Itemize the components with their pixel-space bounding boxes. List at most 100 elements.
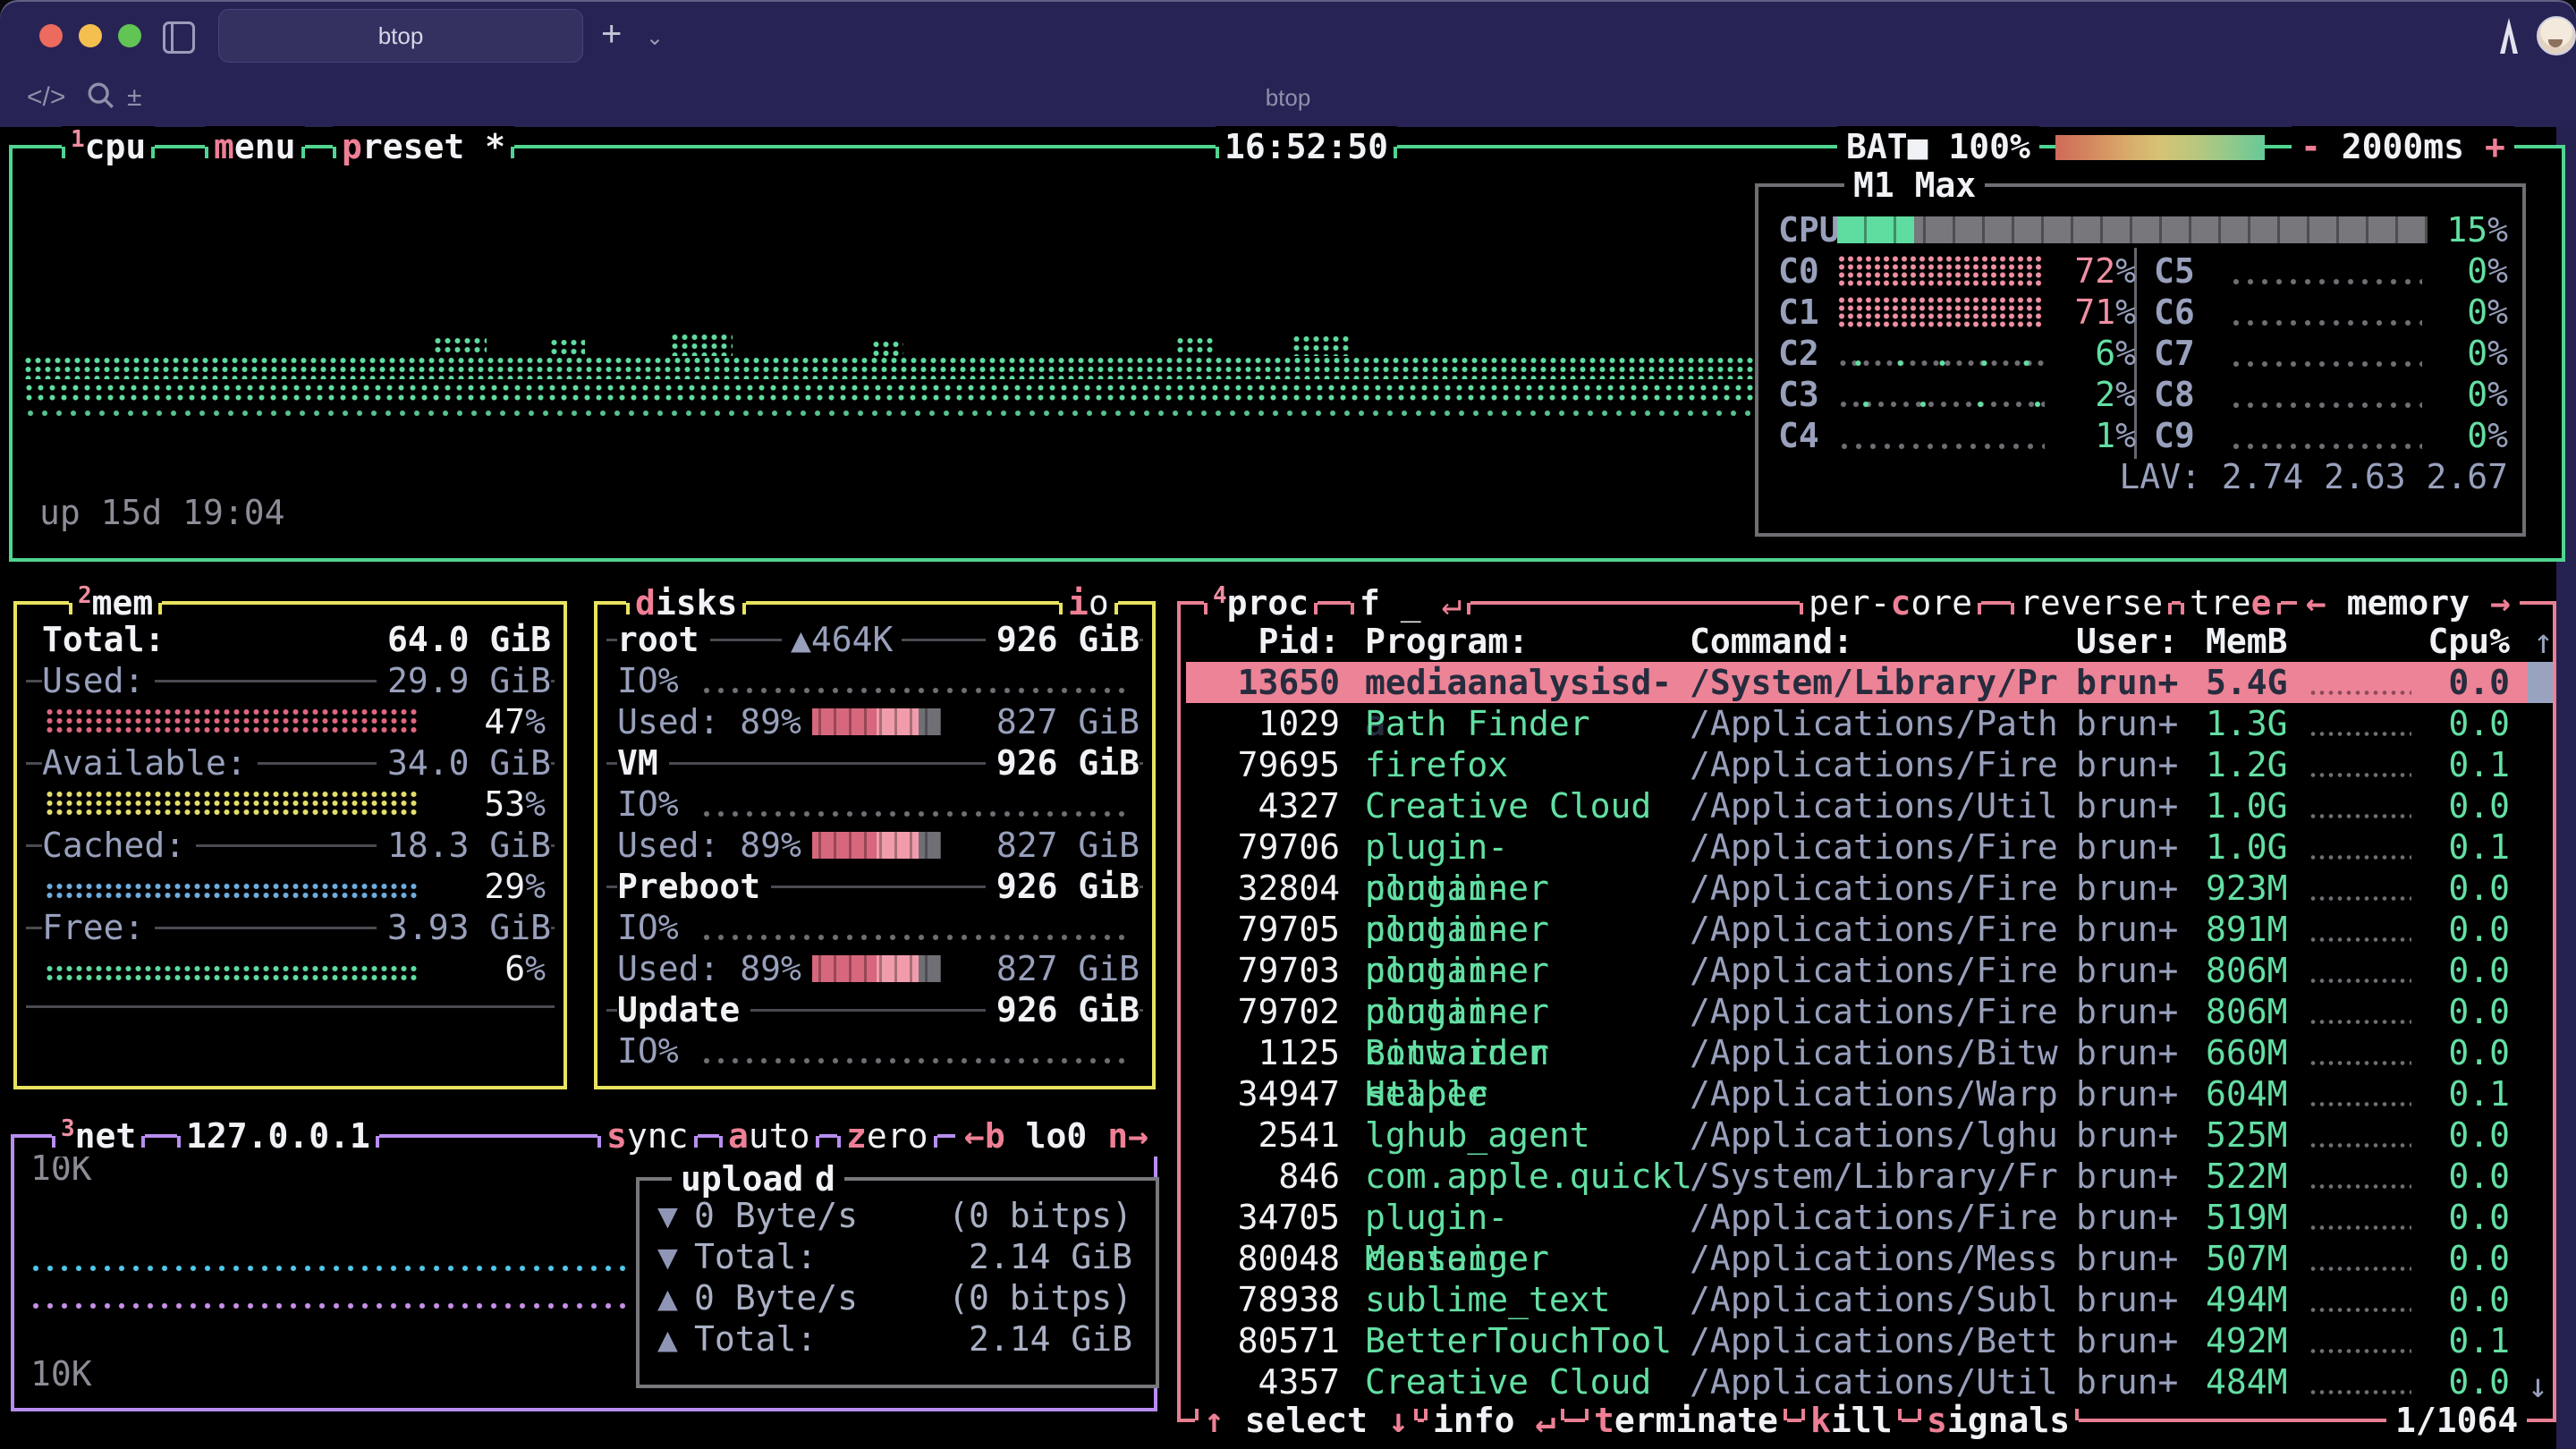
upload-rate-row: ▲ 0 Byte/s (0 bitps) bbox=[645, 1277, 1150, 1318]
process-mem-history bbox=[2309, 853, 2411, 861]
interval-increase-button[interactable]: + bbox=[2485, 127, 2505, 166]
process-command: /Applications/Path bbox=[1690, 703, 2074, 744]
mem-total-row: Total: 64.0 GiB bbox=[22, 619, 558, 660]
process-row[interactable]: 79702 plugin-container /Applications/Fir… bbox=[1186, 991, 2555, 1032]
scroll-up-icon[interactable]: ↑ bbox=[2533, 621, 2554, 662]
kill-button[interactable]: kill bbox=[1801, 1400, 1902, 1441]
disk-io-rate: ▲464K bbox=[782, 619, 902, 660]
process-row[interactable]: 79695 firefox /Applications/Fire brun+ 1… bbox=[1186, 744, 2555, 785]
process-mem: 923M bbox=[2206, 868, 2306, 909]
disks-io-toggle[interactable]: io bbox=[1059, 582, 1118, 623]
sort-selector[interactable]: ← memory → bbox=[2297, 582, 2520, 623]
menu-button[interactable]: menu bbox=[205, 126, 305, 167]
process-row[interactable]: 78938 sublime_text /Applications/Subl br… bbox=[1186, 1279, 2555, 1320]
disk-used-meter bbox=[791, 708, 941, 735]
process-mem: 1.0G bbox=[2206, 826, 2306, 868]
cpu-box-number: 1 bbox=[71, 126, 85, 153]
tree-toggle[interactable]: tree bbox=[2181, 582, 2281, 623]
process-mem: 5.4G bbox=[2206, 662, 2306, 703]
preset-button[interactable]: preset * bbox=[333, 126, 514, 167]
process-row[interactable]: 80571 BetterTouchTool /Applications/Bett… bbox=[1186, 1320, 2555, 1361]
per-core-toggle[interactable]: per-core bbox=[1800, 582, 1981, 623]
mem-cached-row: Cached: 18.3 GiB bbox=[22, 825, 558, 866]
process-pid: 79695 bbox=[1191, 744, 1340, 785]
new-tab-button[interactable]: + bbox=[601, 16, 622, 52]
process-row[interactable]: 79705 plugin-container /Applications/Fir… bbox=[1186, 909, 2555, 950]
process-cpu: 0.1 bbox=[2407, 744, 2510, 785]
process-program: plugin-container bbox=[1365, 1197, 1687, 1238]
disk-io-row: IO% bbox=[603, 660, 1147, 701]
battery-status: BAT■ 100% bbox=[1837, 126, 2039, 167]
process-mem-history bbox=[2309, 1059, 2411, 1067]
process-pid: 1125 bbox=[1191, 1032, 1340, 1073]
net-zero-button[interactable]: zero bbox=[837, 1115, 937, 1157]
core-graph bbox=[1837, 255, 2045, 287]
info-button[interactable]: info ↵ bbox=[1424, 1400, 1564, 1441]
scroll-down-icon[interactable]: ↓ bbox=[2528, 1366, 2548, 1405]
net-auto-button[interactable]: auto bbox=[719, 1115, 819, 1157]
interval-decrease-button[interactable]: - bbox=[2301, 127, 2321, 166]
net-title: 3net bbox=[52, 1115, 145, 1157]
process-row[interactable]: 2541 lghub_agent /Applications/lghu brun… bbox=[1186, 1114, 2555, 1156]
process-pid: 4357 bbox=[1191, 1361, 1340, 1402]
process-command: /Applications/Fire bbox=[1690, 744, 2074, 785]
net-sync-button[interactable]: sync bbox=[597, 1115, 698, 1157]
process-user: brun+ bbox=[2076, 868, 2201, 909]
process-row[interactable]: 1125 Bitwarden Helper /Applications/Bitw… bbox=[1186, 1032, 2555, 1073]
process-mem-history bbox=[2309, 1388, 2411, 1396]
mem-available-row: Available: 34.0 GiB bbox=[22, 742, 558, 784]
minimize-button[interactable] bbox=[79, 24, 102, 47]
download-rate-row: ▼ 0 Byte/s (0 bitps) bbox=[645, 1195, 1150, 1236]
process-row[interactable]: 1029 Path Finder /Applications/Path brun… bbox=[1186, 703, 2555, 744]
process-pid: 80048 bbox=[1191, 1238, 1340, 1279]
process-program: Messenger bbox=[1365, 1238, 1687, 1279]
process-program: plugin-container bbox=[1365, 826, 1687, 868]
process-row[interactable]: 4357 Creative Cloud U /Applications/Util… bbox=[1186, 1361, 2555, 1402]
select-hint[interactable]: ↑ select ↓ bbox=[1195, 1400, 1418, 1441]
disk-name-row: root ▲464K 926 GiB bbox=[603, 619, 1147, 660]
tab-list-chevron-icon[interactable]: ⌄ bbox=[646, 25, 664, 51]
disk-io-graph bbox=[699, 1055, 1132, 1063]
proc-filter-input[interactable]: f _ ↵ bbox=[1351, 582, 1470, 623]
process-row[interactable]: 4327 Creative Cloud /Applications/Util b… bbox=[1186, 785, 2555, 826]
terminate-button[interactable]: terminate bbox=[1585, 1400, 1787, 1441]
net-interface-switcher[interactable]: ←b lo0 n→ bbox=[955, 1115, 1157, 1157]
terminal-area: 1cpu menu preset * 16:52:50 BAT■ 100% - … bbox=[0, 127, 2576, 1449]
signals-button[interactable]: signals bbox=[1918, 1400, 2079, 1441]
process-row[interactable]: 34947 stable /Applications/Warp brun+ 60… bbox=[1186, 1073, 2555, 1114]
proc-section: 4proc f _ ↵ per-core reverse tree ← memo… bbox=[1177, 601, 2556, 1422]
process-program: plugin-container bbox=[1365, 909, 1687, 950]
process-row[interactable]: 79703 plugin-container /Applications/Fir… bbox=[1186, 950, 2555, 991]
list-position: 1/1064 bbox=[2386, 1400, 2527, 1441]
process-user: brun+ bbox=[2076, 1156, 2201, 1197]
sidebar-toggle-icon[interactable] bbox=[163, 21, 195, 54]
process-row[interactable]: 80048 Messenger /Applications/Mess brun+… bbox=[1186, 1238, 2555, 1279]
reverse-toggle[interactable]: reverse bbox=[2011, 582, 2172, 623]
terminal-tab[interactable]: btop bbox=[218, 9, 583, 63]
process-row[interactable]: 32804 plugin-container /Applications/Fir… bbox=[1186, 868, 2555, 909]
process-row[interactable]: 846 com.apple.quickl /System/Library/Fr … bbox=[1186, 1156, 2555, 1197]
process-row[interactable]: 34705 plugin-container /Applications/Fir… bbox=[1186, 1197, 2555, 1238]
zoom-button[interactable] bbox=[118, 24, 141, 47]
process-command: /Applications/Fire bbox=[1690, 950, 2074, 991]
process-command: /Applications/lghu bbox=[1690, 1114, 2074, 1156]
process-pid: 34705 bbox=[1191, 1197, 1340, 1238]
process-cpu: 0.0 bbox=[2407, 1361, 2510, 1402]
process-row[interactable]: 13650 mediaanalysisd-a /System/Library/P… bbox=[1186, 662, 2555, 703]
process-user: brun+ bbox=[2076, 1073, 2201, 1114]
process-cpu: 0.0 bbox=[2407, 1032, 2510, 1073]
process-user: brun+ bbox=[2076, 909, 2201, 950]
mem-free-meter bbox=[45, 964, 420, 982]
core-graph bbox=[1837, 359, 2045, 368]
process-cpu: 0.0 bbox=[2407, 991, 2510, 1032]
mem-used-row: Used: 29.9 GiB bbox=[22, 660, 558, 701]
net-stats-title: upload bbox=[672, 1158, 812, 1199]
close-button[interactable] bbox=[39, 24, 63, 47]
process-mem: 660M bbox=[2206, 1032, 2306, 1073]
process-cpu: 0.0 bbox=[2407, 703, 2510, 744]
process-user: brun+ bbox=[2076, 1114, 2201, 1156]
user-avatar[interactable] bbox=[2537, 16, 2576, 55]
mem-free-meter-row: 6% bbox=[22, 948, 558, 989]
process-row[interactable]: 79706 plugin-container /Applications/Fir… bbox=[1186, 826, 2555, 868]
cpu-total-row: CPU 15% bbox=[1764, 209, 2517, 250]
